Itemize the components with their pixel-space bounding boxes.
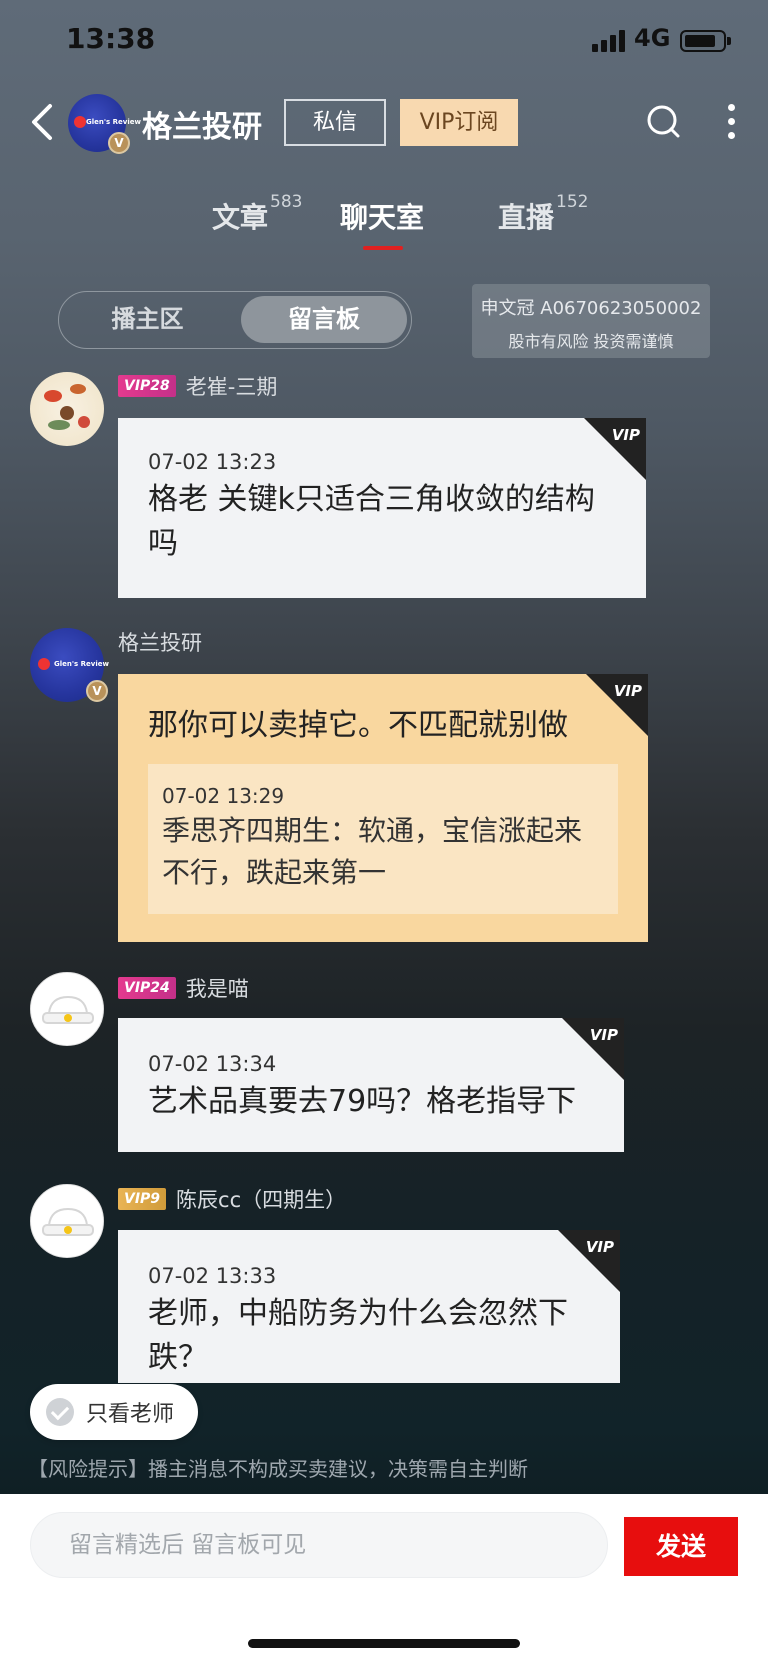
tab-chatroom-label: 聊天室	[340, 201, 425, 234]
user-avatar[interactable]	[30, 1184, 104, 1258]
vip-level-badge: VIP9	[118, 1188, 167, 1210]
search-icon[interactable]	[646, 104, 680, 138]
tab-chatroom[interactable]: 聊天室	[340, 196, 424, 236]
reply-text: 那你可以卖掉它。不匹配就别做	[148, 708, 568, 743]
channel-title: 格兰投研	[142, 110, 262, 145]
home-indicator	[248, 1639, 520, 1648]
vip-corner-icon: VIP	[613, 682, 642, 700]
battery-icon	[680, 30, 731, 52]
board-segmented-control: 播主区 留言板	[58, 291, 412, 349]
message-header: VIP9 陈辰cc（四期生）	[118, 1184, 346, 1214]
username[interactable]: 老崔-三期	[186, 371, 278, 401]
only-teacher-label: 只看老师	[86, 1402, 175, 1427]
network-label: 4G	[634, 24, 671, 52]
verified-badge: V	[86, 680, 108, 702]
message-bubble[interactable]: VIP 07-02 13:34 艺术品真要去79吗？格老指导下	[118, 1018, 624, 1152]
active-tab-indicator	[363, 246, 403, 250]
user-avatar[interactable]	[30, 372, 104, 446]
send-button[interactable]: 发送	[624, 1517, 738, 1576]
tab-articles-count: 583	[270, 191, 303, 212]
quoted-text: 季思齐四期生：软通，宝信涨起来不行，跌起来第一	[162, 814, 583, 889]
license-notice: 申文冠 A0670623050002 股市有风险 投资需谨慎	[472, 284, 710, 358]
avatar-logo-icon	[74, 116, 86, 128]
quoted-time: 07-02 13:29	[162, 784, 285, 808]
message-text: 格老 关键k只适合三角收敛的结构吗	[148, 482, 595, 561]
message-time: 07-02 13:23	[148, 450, 277, 474]
message-text: 艺术品真要去79吗？格老指导下	[148, 1084, 577, 1119]
quoted-message[interactable]: 07-02 13:29 季思齐四期生：软通，宝信涨起来不行，跌起来第一	[148, 764, 618, 914]
vip-corner-icon: VIP	[589, 1026, 618, 1044]
vip-corner-icon: VIP	[585, 1238, 614, 1256]
vip-level-badge: VIP28	[118, 375, 176, 397]
status-time: 13:38	[66, 22, 156, 55]
tab-live[interactable]: 直播 152	[498, 192, 588, 236]
message-header: VIP24 我是喵	[118, 973, 249, 1003]
only-teacher-toggle[interactable]: 只看老师	[30, 1384, 198, 1440]
tab-live-label: 直播	[498, 201, 555, 234]
username[interactable]: 陈辰cc（四期生）	[176, 1184, 346, 1214]
username[interactable]: 格兰投研	[118, 627, 202, 657]
risk-warning: 股市有风险 投资需谨慎	[508, 332, 674, 351]
comment-input[interactable]: 留言精选后 留言板可见	[30, 1512, 608, 1578]
check-icon	[46, 1398, 74, 1426]
channel-avatar[interactable]: Glen's Review V	[68, 94, 141, 154]
default-car-avatar-icon	[42, 1207, 94, 1236]
more-icon[interactable]	[726, 104, 736, 140]
vip-subscribe-button[interactable]: VIP订阅	[400, 99, 518, 146]
back-icon[interactable]	[28, 102, 58, 142]
segment-message-board[interactable]: 留言板	[241, 296, 407, 343]
teacher-reply-bubble[interactable]: VIP 那你可以卖掉它。不匹配就别做 07-02 13:29 季思齐四期生：软通…	[118, 674, 648, 942]
message-bubble[interactable]: VIP 07-02 13:33 老师，中船防务为什么会忽然下跌？	[118, 1230, 620, 1383]
default-car-avatar-icon	[42, 995, 94, 1024]
vip-corner-icon: VIP	[611, 426, 640, 444]
message-time: 07-02 13:33	[148, 1264, 277, 1288]
message-bubble[interactable]: VIP 07-02 13:23 格老 关键k只适合三角收敛的结构吗	[118, 418, 646, 598]
message-header: VIP28 老崔-三期	[118, 371, 278, 401]
verified-badge: V	[108, 132, 130, 154]
risk-notice: 【风险提示】播主消息不构成买卖建议，决策需自主判断	[28, 1457, 528, 1481]
avatar-logo-icon	[38, 658, 50, 670]
message-time: 07-02 13:34	[148, 1052, 277, 1076]
tab-articles-label: 文章	[212, 201, 269, 234]
username[interactable]: 我是喵	[186, 973, 249, 1003]
private-message-button[interactable]: 私信	[284, 99, 386, 146]
tab-articles[interactable]: 文章 583	[212, 192, 302, 236]
user-avatar[interactable]	[30, 972, 104, 1046]
message-text: 老师，中船防务为什么会忽然下跌？	[148, 1296, 568, 1375]
teacher-avatar[interactable]: Glen's Review V	[30, 628, 109, 702]
vip-level-badge: VIP24	[118, 977, 176, 999]
avatar-brand-text: Glen's Review	[54, 660, 109, 668]
avatar-brand-text: Glen's Review	[86, 118, 141, 126]
signal-icon	[592, 30, 626, 52]
message-header: 格兰投研	[118, 627, 202, 657]
tab-live-count: 152	[556, 191, 589, 212]
segment-host-zone[interactable]: 播主区	[59, 292, 236, 347]
license-number: 申文冠 A0670623050002	[480, 298, 702, 319]
